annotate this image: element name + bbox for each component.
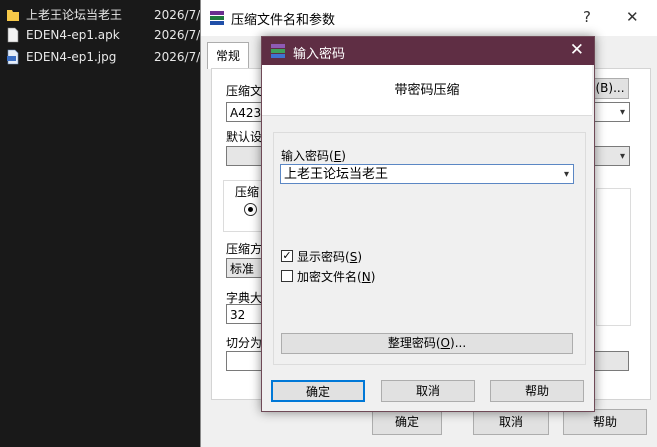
chevron-down-icon: ▾ bbox=[619, 107, 625, 118]
close-icon[interactable]: ✕ bbox=[626, 8, 639, 26]
show-password-checkbox[interactable]: ✓ bbox=[281, 250, 293, 262]
password-value: 上老王论坛当老王 bbox=[284, 167, 389, 182]
archive-name-label: 压缩文 bbox=[226, 84, 263, 98]
format-radio[interactable] bbox=[244, 203, 257, 216]
file-row[interactable]: EDEN4-ep1.apk 2026/7/ bbox=[0, 24, 210, 46]
organize-passwords-button[interactable]: 整理密码(O)... bbox=[281, 333, 573, 354]
dictionary-value: 32 bbox=[230, 308, 246, 322]
file-explorer: 上老王论坛当老王 2026/7/ EDEN4-ep1.apk 2026/7/ E… bbox=[0, 0, 210, 447]
file-row[interactable]: 上老王论坛当老王 2026/7/ bbox=[0, 4, 210, 26]
browse-button[interactable]: (B)... bbox=[591, 78, 629, 99]
winrar-icon bbox=[271, 44, 285, 58]
split-input[interactable] bbox=[226, 351, 262, 371]
file-name: EDEN4-ep1.jpg bbox=[26, 50, 117, 64]
ok-button[interactable]: 确定 bbox=[372, 409, 442, 435]
image-file-icon bbox=[7, 49, 19, 65]
method-value: 标准 bbox=[230, 262, 255, 276]
method-label: 压缩方 bbox=[226, 242, 263, 256]
close-icon[interactable]: ✕ bbox=[570, 40, 584, 60]
options-list bbox=[596, 188, 631, 326]
winrar-icon bbox=[210, 11, 224, 25]
file-row[interactable]: EDEN4-ep1.jpg 2026/7/ bbox=[0, 46, 210, 68]
help-icon[interactable]: ? bbox=[583, 8, 591, 26]
dialog-title: 压缩文件名和参数 bbox=[231, 13, 336, 28]
ok-button[interactable]: 确定 bbox=[271, 380, 365, 402]
help-button[interactable]: 帮助 bbox=[490, 380, 584, 402]
file-name: 上老王论坛当老王 bbox=[26, 8, 123, 22]
chevron-down-icon: ▾ bbox=[619, 151, 625, 162]
encrypt-names-checkbox[interactable] bbox=[281, 270, 293, 282]
dictionary-select[interactable]: 32 bbox=[226, 304, 262, 324]
dialog-title: 输入密码 bbox=[293, 47, 346, 62]
password-label: 输入密码(E) bbox=[281, 149, 346, 163]
show-password-label: 显示密码(S) bbox=[297, 250, 363, 264]
file-name: EDEN4-ep1.apk bbox=[26, 28, 120, 42]
file-date: 2026/7/ bbox=[154, 8, 201, 22]
password-input[interactable]: 上老王论坛当老王 ▾ bbox=[280, 164, 574, 184]
dialog-header: 带密码压缩 bbox=[262, 65, 592, 116]
folder-icon bbox=[7, 10, 19, 21]
cancel-button[interactable]: 取消 bbox=[381, 380, 475, 402]
file-date: 2026/7/ bbox=[154, 50, 201, 64]
split-unit-select[interactable] bbox=[593, 351, 629, 371]
chevron-down-icon: ▾ bbox=[563, 169, 569, 180]
method-select[interactable]: 标准 bbox=[226, 258, 262, 278]
format-label: 压缩 bbox=[235, 185, 260, 199]
tab-general[interactable]: 常规 bbox=[207, 42, 250, 69]
help-button[interactable]: 帮助 bbox=[563, 409, 647, 435]
title-bar: 压缩文件名和参数 ? ✕ bbox=[201, 0, 657, 36]
split-label: 切分为 bbox=[226, 336, 263, 350]
encrypt-names-label: 加密文件名(N) bbox=[297, 270, 376, 284]
file-date: 2026/7/ bbox=[154, 28, 201, 42]
header-text: 带密码压缩 bbox=[394, 83, 460, 98]
file-icon bbox=[7, 27, 19, 43]
default-profile-label: 默认设 bbox=[226, 130, 263, 144]
cancel-button[interactable]: 取消 bbox=[473, 409, 549, 435]
title-bar: 输入密码 ✕ bbox=[262, 37, 594, 65]
enter-password-dialog: 输入密码 ✕ 带密码压缩 输入密码(E) 上老王论坛当老王 ▾ ✓ 显示密码(S… bbox=[261, 36, 595, 412]
